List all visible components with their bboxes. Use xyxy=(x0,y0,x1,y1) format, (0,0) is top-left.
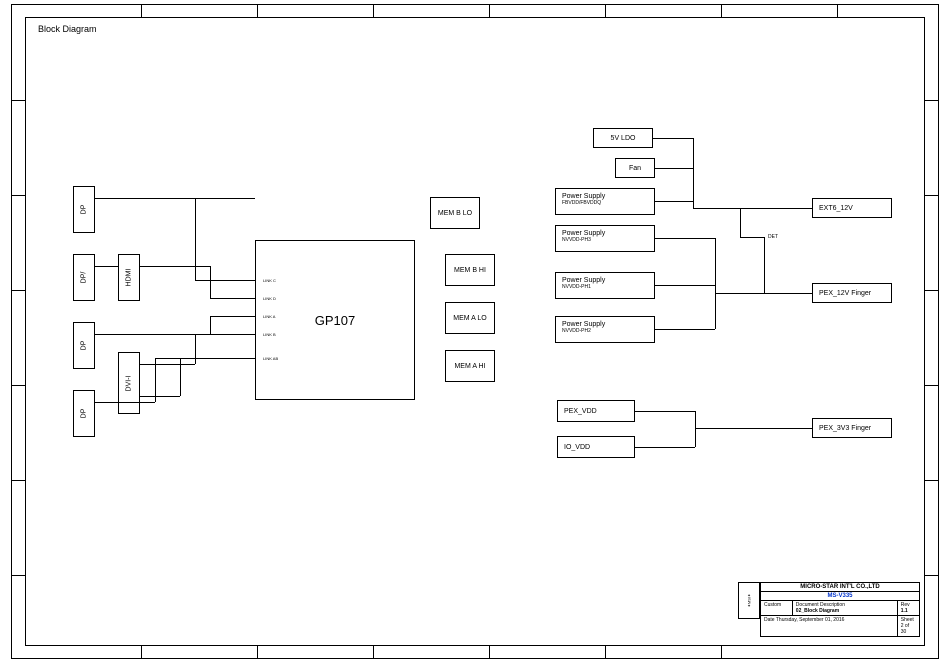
wire xyxy=(210,316,211,334)
dvi-connector: DVI-I xyxy=(118,352,140,414)
mem-b-hi: MEM B HI xyxy=(445,254,495,286)
wire xyxy=(195,280,255,281)
wire xyxy=(695,411,696,447)
wire xyxy=(140,266,210,267)
frame-tick xyxy=(925,100,939,101)
ldo-block: 5V LDO xyxy=(593,128,653,148)
wire xyxy=(95,334,210,335)
io-vdd: IO_VDD xyxy=(557,436,635,458)
wire xyxy=(635,447,695,448)
frame-tick xyxy=(721,646,722,659)
wire xyxy=(764,237,765,293)
page-title: Block Diagram xyxy=(38,24,97,34)
wire xyxy=(140,364,195,365)
dp-hdmi-connector: DP/ xyxy=(73,254,95,301)
wire xyxy=(655,329,715,330)
wire xyxy=(155,358,255,359)
frame-tick xyxy=(141,646,142,659)
frame-tick xyxy=(11,100,25,101)
ps-nvvdd-ph3: Power Supply NVVDD-PH3 xyxy=(555,225,655,252)
ext6-12v: EXT6_12V xyxy=(812,198,892,218)
mem-a-lo: MEM A LO xyxy=(445,302,495,334)
wire xyxy=(95,402,155,403)
frame-tick xyxy=(11,290,25,291)
frame-tick xyxy=(605,646,606,659)
wire xyxy=(693,138,694,208)
logo-icon: ✦MSI✦ xyxy=(746,594,751,608)
frame-tick xyxy=(837,4,838,17)
frame-tick xyxy=(925,195,939,196)
dp-connector-1: DP xyxy=(73,186,95,233)
frame-tick xyxy=(489,646,490,659)
wire xyxy=(655,285,715,286)
ps-nvvdd-ph2: Power Supply NVVDD-PH2 xyxy=(555,316,655,343)
frame-tick xyxy=(925,385,939,386)
link-ab-label: LINK AB xyxy=(263,356,278,361)
wire xyxy=(180,358,181,396)
link-b-label: LINK B xyxy=(263,332,276,337)
frame-tick xyxy=(925,480,939,481)
wire xyxy=(210,266,211,298)
wire xyxy=(693,208,812,209)
ps-fbvdd: Power Supply FBVDD/FBVDDQ xyxy=(555,188,655,215)
wire xyxy=(655,168,693,169)
mem-b-lo: MEM B LO xyxy=(430,197,480,229)
wire xyxy=(695,428,812,429)
frame-tick xyxy=(605,4,606,17)
pex-12v-finger: PEX_12V Finger xyxy=(812,283,892,303)
hdmi-connector: HDMI xyxy=(118,254,140,301)
wire xyxy=(715,238,716,329)
frame-tick xyxy=(257,646,258,659)
wire xyxy=(95,266,118,267)
logo-cell: ✦MSI✦ xyxy=(738,582,760,619)
wire xyxy=(655,238,715,239)
wire xyxy=(635,411,695,412)
frame-tick xyxy=(925,290,939,291)
pex-3v3-finger: PEX_3V3 Finger xyxy=(812,418,892,438)
wire xyxy=(140,396,180,397)
link-a-label: LINK A xyxy=(263,314,275,319)
frame-tick xyxy=(11,480,25,481)
frame-tick xyxy=(11,385,25,386)
wire xyxy=(195,198,196,280)
wire xyxy=(210,316,255,317)
wire xyxy=(95,198,255,199)
wire xyxy=(655,201,693,202)
link-c-label: LINK C xyxy=(263,278,276,283)
fan-block: Fan xyxy=(615,158,655,178)
frame-tick xyxy=(141,4,142,17)
dp-connector-3: DP xyxy=(73,390,95,437)
frame-tick xyxy=(721,4,722,17)
wire xyxy=(195,334,196,364)
link-d-label: LINK D xyxy=(263,296,276,301)
frame-tick xyxy=(489,4,490,17)
ps-nvvdd-ph1: Power Supply NVVDD-PH1 xyxy=(555,272,655,299)
wire xyxy=(195,334,255,335)
mem-a-hi: MEM A HI xyxy=(445,350,495,382)
title-block: MICRO-STAR INT'L CO.,LTD MS-V335 Custom … xyxy=(760,582,920,637)
frame-tick xyxy=(373,646,374,659)
wire xyxy=(653,138,693,139)
gpu-block: GP107 xyxy=(255,240,415,400)
schematic-page: Block Diagram DP DP/ HDMI DP DVI-I DP GP… xyxy=(0,0,950,672)
frame-tick xyxy=(373,4,374,17)
dp-connector-2: DP xyxy=(73,322,95,369)
pex-vdd: PEX_VDD xyxy=(557,400,635,422)
frame-tick xyxy=(257,4,258,17)
wire xyxy=(210,298,255,299)
wire xyxy=(740,208,741,238)
frame-tick xyxy=(11,195,25,196)
frame-tick xyxy=(11,575,25,576)
frame-tick xyxy=(925,575,939,576)
det-label: DET xyxy=(768,234,778,240)
wire xyxy=(740,237,764,238)
wire xyxy=(715,293,812,294)
